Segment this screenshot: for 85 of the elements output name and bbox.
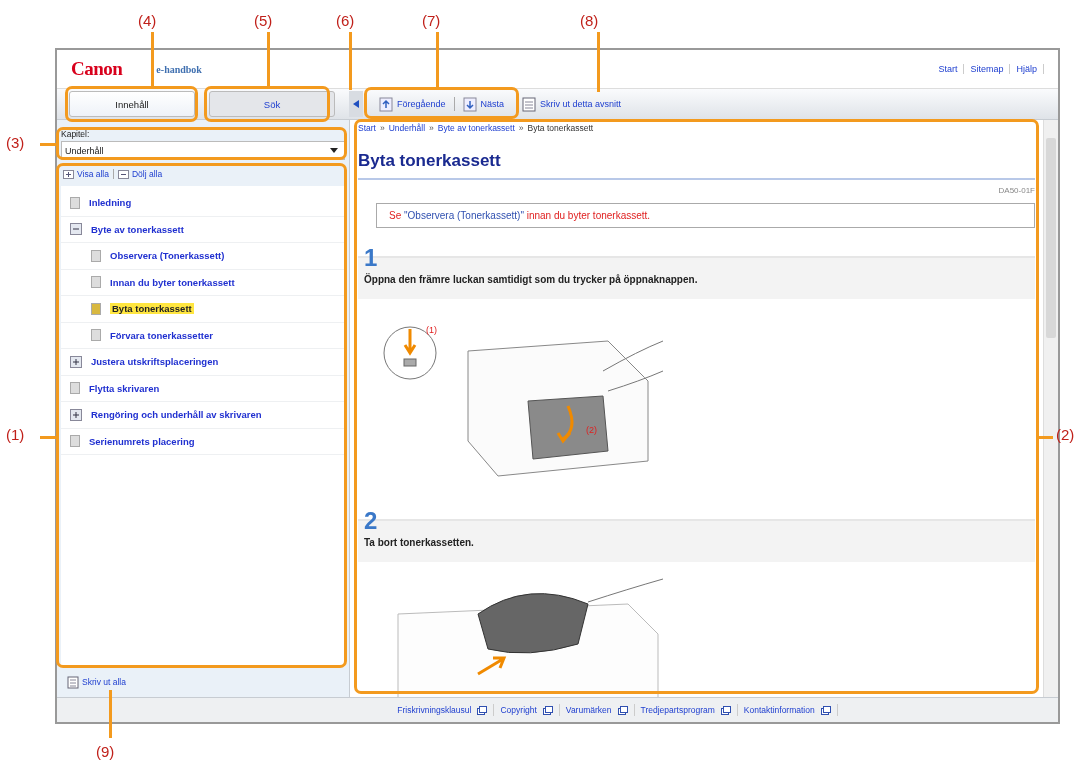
breadcrumb-link[interactable]: Start	[358, 123, 376, 133]
callout-line	[151, 32, 154, 86]
footer-link[interactable]: Copyright	[500, 705, 537, 715]
breadcrumb-link[interactable]: Underhåll	[388, 123, 426, 133]
document-id: DA50-01F	[997, 186, 1035, 195]
collapse-sidebar-button[interactable]	[349, 91, 363, 117]
callout-label: (1)	[6, 426, 25, 443]
breadcrumb-current-page: Byta tonerkassett	[527, 123, 594, 133]
callout-line	[267, 32, 270, 86]
plus-box-icon[interactable]	[70, 355, 82, 368]
tree-item[interactable]: Justera utskriftsplaceringen	[91, 356, 219, 368]
collapse-icon	[118, 169, 129, 179]
header-link[interactable]: Sitemap	[970, 64, 1004, 74]
illustration-label: (1)	[426, 325, 437, 335]
previous-link[interactable]: Föregående	[379, 96, 446, 112]
breadcrumb-link[interactable]: Byte av tonerkassett	[437, 123, 515, 133]
page-icon	[91, 302, 101, 315]
callout-label: (9)	[96, 743, 115, 760]
new-window-icon	[542, 705, 553, 715]
print-all-link[interactable]: Skriv ut alla	[67, 675, 126, 689]
show-all-link[interactable]: Visa alla	[63, 169, 109, 179]
note-link[interactable]: "Observera (Tonerkassett)"	[404, 210, 524, 221]
minus-box-icon[interactable]	[70, 223, 82, 236]
page-icon	[70, 382, 80, 395]
note-text: Se	[389, 210, 403, 221]
tree-item[interactable]: Inledning	[89, 197, 132, 209]
callout-label: (8)	[580, 12, 599, 29]
page-icon	[91, 276, 101, 289]
callout-label: (2)	[1056, 426, 1075, 443]
new-window-icon	[820, 705, 831, 715]
callout-line	[436, 32, 439, 87]
triangle-left-icon	[353, 100, 359, 108]
page-icon	[91, 329, 101, 342]
footer-link[interactable]: Tredjepartsprogram	[640, 705, 715, 715]
footer-link[interactable]: Varumärken	[565, 705, 612, 715]
page-icon	[91, 249, 101, 262]
callout-line	[109, 690, 112, 738]
page-arrow-up-icon	[379, 96, 393, 112]
breadcrumb-separator: »	[518, 123, 524, 133]
callout-line	[597, 32, 600, 92]
hide-all-link[interactable]: Dölj alla	[118, 169, 163, 179]
footer-link[interactable]: Kontaktinformation	[743, 705, 815, 715]
callout-label: (6)	[336, 12, 355, 29]
page-title: Byta tonerkassett	[358, 151, 1035, 180]
chapter-label: Kapitel:	[61, 129, 91, 139]
page-icon	[70, 435, 80, 448]
scrollbar[interactable]	[1043, 120, 1058, 697]
new-window-icon	[617, 705, 628, 715]
callout-label: (7)	[422, 12, 441, 29]
note-text: innan du byter tonerkassett.	[525, 210, 651, 221]
header-link[interactable]: Hjälp	[1016, 64, 1037, 74]
expand-icon	[63, 169, 74, 179]
illustration-label: (2)	[586, 425, 597, 435]
step-number: 2	[364, 509, 379, 533]
breadcrumb-separator: »	[379, 123, 385, 133]
tree-item[interactable]: Byte av tonerkassett	[91, 223, 184, 235]
step-text: Ta bort tonerkassetten.	[364, 537, 475, 548]
tree-item[interactable]: Innan du byter tonerkassett	[110, 276, 235, 288]
sidebar-tab[interactable]: Innehåll	[69, 91, 195, 117]
tree-item[interactable]: Rengöring och underhåll av skrivaren	[91, 409, 262, 421]
plus-box-icon[interactable]	[70, 408, 82, 421]
print-section-link[interactable]: Skriv ut detta avsnitt	[522, 96, 622, 112]
footer-link[interactable]: Friskrivningsklausul	[397, 705, 472, 715]
callout-label: (5)	[254, 12, 273, 29]
breadcrumb-separator: »	[429, 123, 434, 133]
page-arrow-down-icon	[462, 96, 477, 112]
page-icon	[70, 196, 80, 209]
new-window-icon	[477, 705, 488, 715]
dropdown-caret-icon	[330, 148, 338, 153]
tree-item[interactable]: Serienumrets placering	[89, 435, 195, 447]
logo: Canon	[71, 58, 123, 80]
next-link[interactable]: Nästa	[462, 96, 505, 112]
step-text: Öppna den främre luckan samtidigt som du trycker på öppnaknappen.	[364, 274, 699, 285]
header-link[interactable]: Start	[938, 64, 958, 74]
tree-item[interactable]: Flytta skrivaren	[89, 382, 160, 394]
new-window-icon	[720, 705, 731, 715]
sidebar-tab[interactable]: Sök	[209, 91, 335, 117]
tree-item[interactable]: Observera (Tonerkassett)	[110, 250, 225, 262]
callout-label: (3)	[6, 134, 25, 151]
callout-label: (4)	[138, 12, 157, 29]
tree-item[interactable]: Byta tonerkassett	[110, 303, 194, 315]
callout-line	[349, 32, 352, 90]
manual-subtitle: e-handbok	[156, 63, 202, 75]
tree-item[interactable]: Förvara tonerkassetter	[110, 329, 213, 341]
step-number: 1	[364, 246, 379, 270]
